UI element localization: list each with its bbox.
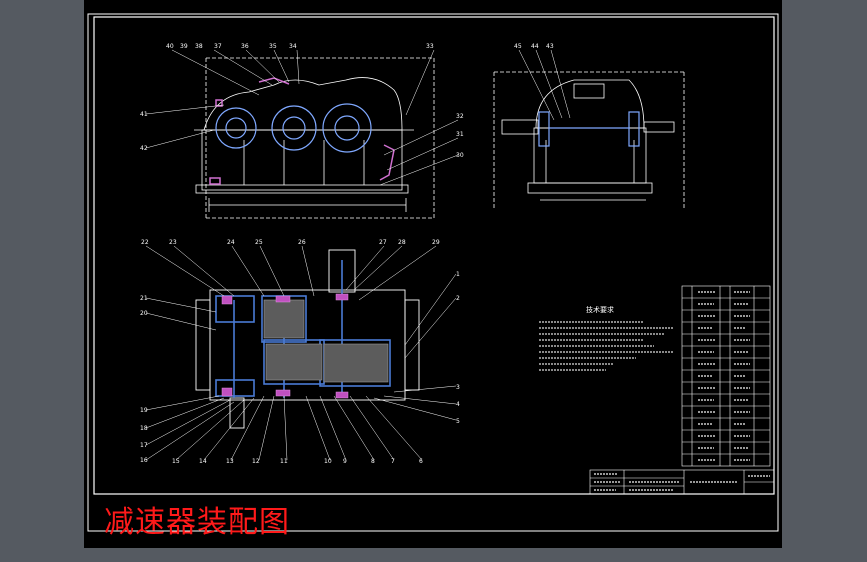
callout-34: 34 bbox=[289, 43, 297, 50]
callout-30: 30 bbox=[456, 152, 464, 159]
title-block bbox=[589, 469, 775, 495]
side-view bbox=[493, 71, 685, 210]
callout-26: 26 bbox=[298, 239, 306, 246]
callout-27: 27 bbox=[379, 239, 387, 246]
side-view-leaders bbox=[518, 49, 571, 121]
callout-43: 43 bbox=[546, 43, 554, 50]
parts-list-table bbox=[681, 285, 771, 467]
callout-42: 42 bbox=[140, 145, 148, 152]
callout-21: 21 bbox=[140, 295, 148, 302]
callout-15: 15 bbox=[172, 458, 180, 465]
parts-list-entries bbox=[698, 291, 750, 461]
callout-13: 13 bbox=[226, 458, 234, 465]
callout-8: 8 bbox=[371, 458, 375, 465]
side-view-bearings bbox=[538, 111, 640, 147]
callout-11: 11 bbox=[280, 458, 288, 465]
callout-16: 16 bbox=[140, 457, 148, 464]
tech-requirements-text-lines bbox=[539, 321, 674, 371]
callout-44: 44 bbox=[531, 43, 539, 50]
callout-19: 19 bbox=[140, 407, 148, 414]
title-block-entries bbox=[594, 473, 770, 491]
callout-24: 24 bbox=[227, 239, 235, 246]
callout-18: 18 bbox=[140, 425, 148, 432]
technical-requirements: 技术要求 bbox=[539, 305, 674, 371]
callout-31: 31 bbox=[456, 131, 464, 138]
callout-6: 6 bbox=[419, 458, 423, 465]
callout-20: 20 bbox=[140, 310, 148, 317]
viewer-background bbox=[782, 0, 867, 562]
callout-39: 39 bbox=[180, 43, 188, 50]
callout-45: 45 bbox=[514, 43, 522, 50]
callout-1: 1 bbox=[456, 271, 460, 278]
callout-5: 5 bbox=[456, 418, 460, 425]
front-view-leaders bbox=[145, 49, 459, 186]
drawing-sheet: 40 39 38 37 36 35 34 33 41 42 32 31 30 4… bbox=[84, 0, 784, 548]
outer-frame bbox=[87, 13, 779, 532]
drawing-title: 减速器装配图 bbox=[104, 505, 290, 540]
callout-2: 2 bbox=[456, 295, 460, 302]
callout-29: 29 bbox=[432, 239, 440, 246]
callout-32: 32 bbox=[456, 113, 464, 120]
callout-41: 41 bbox=[140, 111, 148, 118]
callout-40: 40 bbox=[166, 43, 174, 50]
callout-25: 25 bbox=[255, 239, 263, 246]
callout-12: 12 bbox=[252, 458, 260, 465]
front-view-bearings bbox=[215, 103, 372, 153]
callout-17: 17 bbox=[140, 442, 148, 449]
callout-35: 35 bbox=[269, 43, 277, 50]
callout-14: 14 bbox=[199, 458, 207, 465]
callout-10: 10 bbox=[324, 458, 332, 465]
cad-drawing: 40 39 38 37 36 35 34 33 41 42 32 31 30 4… bbox=[87, 13, 779, 532]
callout-7: 7 bbox=[391, 458, 395, 465]
callout-9: 9 bbox=[343, 458, 347, 465]
callout-38: 38 bbox=[195, 43, 203, 50]
plan-view-gears bbox=[263, 299, 389, 383]
callout-4: 4 bbox=[456, 401, 460, 408]
callout-28: 28 bbox=[398, 239, 406, 246]
callout-36: 36 bbox=[241, 43, 249, 50]
tech-requirements-heading: 技术要求 bbox=[586, 305, 614, 314]
callout-33: 33 bbox=[426, 43, 434, 50]
callout-22: 22 bbox=[141, 239, 149, 246]
callout-labels: 40 39 38 37 36 35 34 33 41 42 32 31 30 4… bbox=[140, 43, 554, 465]
callout-37: 37 bbox=[214, 43, 222, 50]
callout-23: 23 bbox=[169, 239, 177, 246]
callout-3: 3 bbox=[456, 384, 460, 391]
